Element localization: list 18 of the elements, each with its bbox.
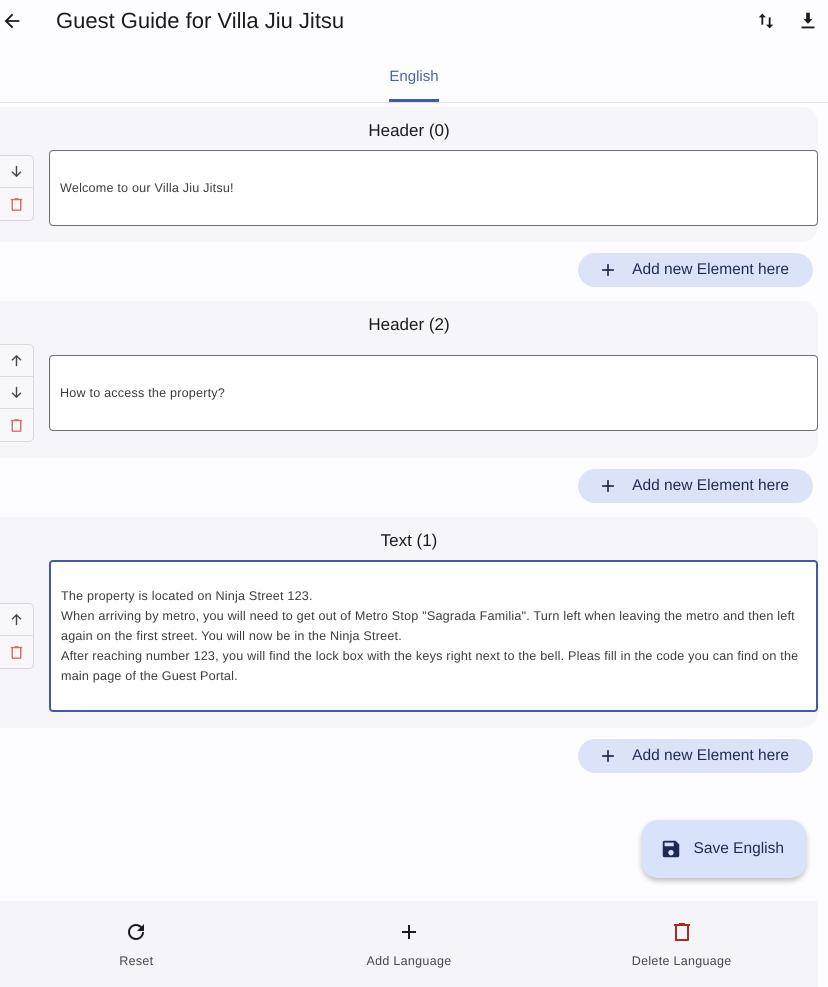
add-element-button[interactable]: Add new Element here [578, 739, 813, 773]
save-button[interactable]: Save English [642, 820, 806, 878]
element-title: Header (0) [368, 121, 450, 141]
nav-button[interactable]: Add Language [272, 901, 546, 987]
trash-icon [8, 416, 25, 434]
text-field[interactable]: Welcome to our Villa Jiu Jitsu! [49, 150, 818, 226]
trash-icon [8, 644, 25, 660]
element-title: Header (2) [368, 315, 450, 335]
page-title: Guest Guide for Villa Jiu Jitsu [56, 8, 346, 34]
text-field[interactable]: The property is located on Ninja Street 123. When arriving by metro, you will need to get out of Metro Stop "Sagrada Familia". Turn left when leaving the metro and then left again on the first street. You will now be in the Ninja Street. After reaching number 123, you will find the lock box with the keys right next to the bell. Pleas fill in the code you can find on the main page of the Guest Portal. [49, 560, 818, 712]
add-element-button[interactable]: Add new Element here [578, 253, 813, 287]
nav-button[interactable]: Delete Language [545, 901, 818, 987]
add-element-button[interactable]: Add new Element here [578, 469, 813, 503]
trash-icon [8, 196, 25, 212]
element-title: Text (1) [380, 531, 438, 551]
text-field[interactable]: How to access the property? [49, 355, 818, 431]
nav-button[interactable]: Reset [0, 901, 273, 987]
language-tab[interactable]: English [389, 42, 439, 102]
